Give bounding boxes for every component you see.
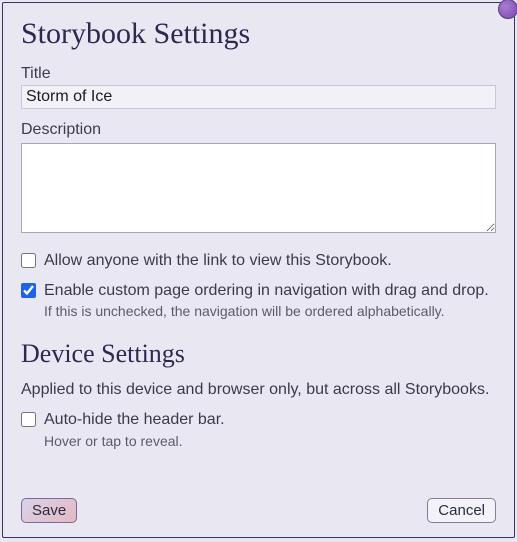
allow-link-label: Allow anyone with the link to view this … <box>44 250 392 272</box>
button-row: Save Cancel <box>21 498 496 523</box>
autohide-hint: Hover or tap to reveal. <box>44 433 496 449</box>
storybook-settings-heading: Storybook Settings <box>21 17 496 51</box>
autohide-row: Auto-hide the header bar. <box>21 409 496 431</box>
autohide-label: Auto-hide the header bar. <box>44 409 225 431</box>
autohide-checkbox[interactable] <box>21 412 36 427</box>
title-input[interactable] <box>21 85 496 109</box>
custom-order-hint: If this is unchecked, the navigation wil… <box>44 303 496 319</box>
custom-order-checkbox[interactable] <box>21 283 36 298</box>
cancel-button[interactable]: Cancel <box>427 498 496 523</box>
close-icon[interactable] <box>498 0 517 19</box>
title-field-group: Title <box>21 65 496 109</box>
description-textarea[interactable] <box>21 143 496 233</box>
allow-link-row: Allow anyone with the link to view this … <box>21 250 496 272</box>
settings-panel: Storybook Settings Title Description All… <box>2 2 515 538</box>
custom-order-label: Enable custom page ordering in navigatio… <box>44 280 489 302</box>
custom-order-row: Enable custom page ordering in navigatio… <box>21 280 496 302</box>
device-settings-subtext: Applied to this device and browser only,… <box>21 381 496 399</box>
description-field-group: Description <box>21 121 496 238</box>
title-label: Title <box>21 65 496 83</box>
allow-link-checkbox[interactable] <box>21 253 36 268</box>
save-button[interactable]: Save <box>21 498 77 523</box>
device-settings-heading: Device Settings <box>21 339 496 369</box>
description-label: Description <box>21 121 496 139</box>
